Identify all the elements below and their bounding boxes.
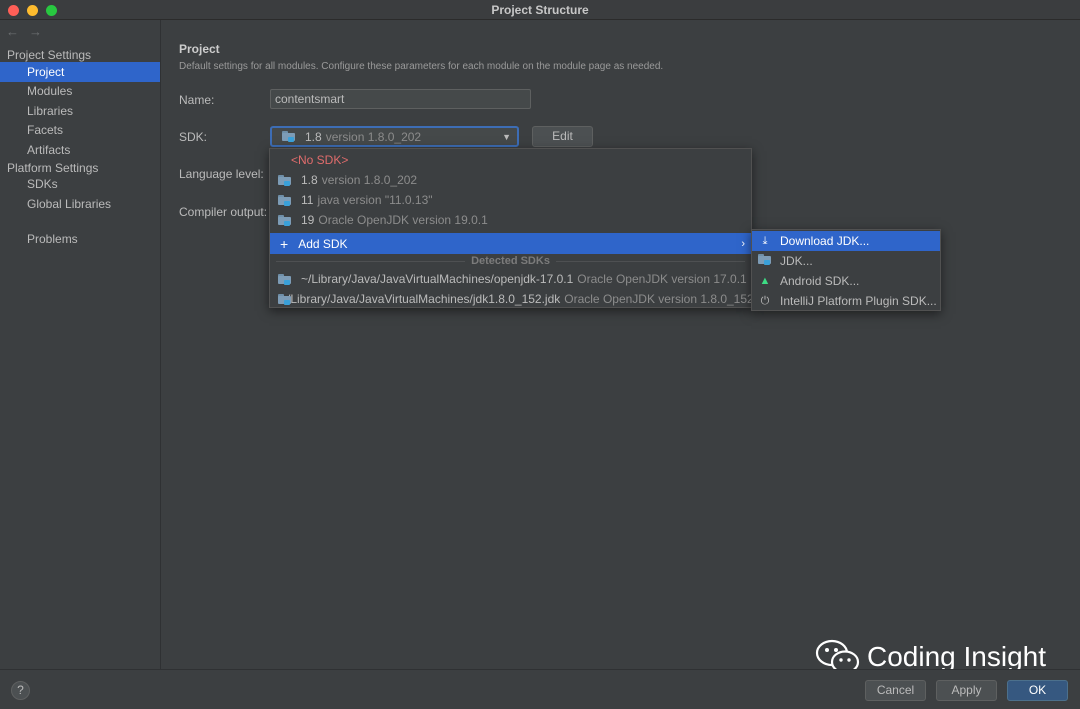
chevron-right-icon: ›	[741, 237, 745, 250]
project-settings-panel: Project Default settings for all modules…	[162, 20, 1080, 669]
maximize-window-button[interactable]	[46, 5, 57, 16]
language-level-label: Language level:	[179, 167, 264, 181]
back-arrow-icon[interactable]: ←	[6, 24, 19, 39]
detected-sdk-option[interactable]: ~/Library/Java/JavaVirtualMachines/openj…	[270, 269, 751, 289]
add-sdk-label: Add SDK	[298, 236, 348, 251]
sidebar-item-libraries[interactable]: Libraries	[0, 101, 160, 121]
sdk-dropdown[interactable]: 1.8 version 1.8.0_202 ▼	[270, 126, 519, 147]
detected-sdk-path: /Library/Java/JavaVirtualMachines/jdk1.8…	[287, 292, 561, 306]
detected-sdks-header: Detected SDKs	[270, 254, 751, 268]
compiler-output-label: Compiler output:	[179, 205, 268, 219]
plugin-sdk-menu-item[interactable]: ⏻ IntelliJ Platform Plugin SDK...	[752, 291, 940, 311]
plugin-sdk-label: IntelliJ Platform Plugin SDK...	[780, 294, 937, 308]
sdk-folder-icon	[278, 174, 292, 186]
chevron-down-icon: ▼	[502, 132, 511, 142]
sdk-folder-icon	[278, 214, 292, 226]
sdk-option-detail: version 1.8.0_202	[321, 173, 418, 187]
sdk-label: SDK:	[179, 130, 208, 144]
sidebar-item-artifacts[interactable]: Artifacts	[0, 140, 160, 160]
detected-sdk-option[interactable]: /Library/Java/JavaVirtualMachines/jdk1.8…	[270, 289, 754, 309]
no-sdk-label: <No SDK>	[291, 153, 349, 167]
detected-sdk-detail: Oracle OpenJDK version 17.0.1	[577, 272, 747, 286]
sidebar-item-global-libraries[interactable]: Global Libraries	[0, 194, 160, 214]
sdk-folder-icon	[278, 194, 292, 206]
sidebar-item-project[interactable]: Project	[0, 62, 160, 82]
project-name-input[interactable]: contentsmart	[270, 89, 531, 109]
sdk-dropdown-list: <No SDK> 1.8 version 1.8.0_202 11 java v…	[269, 148, 754, 309]
download-jdk-label: Download JDK...	[780, 234, 870, 248]
sdk-option-detail: Oracle OpenJDK version 19.0.1	[318, 213, 488, 227]
download-jdk-menu-item[interactable]: ⤓ Download JDK...	[752, 231, 940, 251]
page-description: Default settings for all modules. Config…	[179, 61, 664, 72]
sdk-option-detail: java version "11.0.13"	[317, 193, 433, 207]
jdk-label: JDK...	[780, 254, 813, 268]
sdk-option-no-sdk[interactable]: <No SDK>	[270, 150, 751, 170]
cancel-button[interactable]: Cancel	[865, 680, 926, 701]
sidebar-item-problems[interactable]: Problems	[0, 229, 160, 249]
window-controls	[8, 5, 57, 16]
sdk-folder-icon	[278, 273, 292, 285]
minimize-window-button[interactable]	[27, 5, 38, 16]
android-icon: ▲	[759, 275, 771, 287]
folder-icon	[758, 254, 772, 268]
sidebar-group-platform-settings: Platform Settings	[7, 161, 99, 175]
jdk-menu-item[interactable]: JDK...	[752, 251, 940, 271]
page-title: Project	[179, 42, 220, 56]
sdk-selected-name: 1.8	[305, 129, 322, 144]
ok-button[interactable]: OK	[1007, 680, 1068, 701]
download-icon: ⤓	[762, 234, 768, 247]
sidebar-item-modules[interactable]: Modules	[0, 81, 160, 101]
forward-arrow-icon[interactable]: →	[29, 24, 42, 39]
sdk-option-name: 11	[301, 193, 314, 207]
add-sdk-submenu: ⤓ Download JDK... JDK... ▲ Android SDK..…	[751, 229, 941, 311]
plugin-icon: ⏻	[760, 294, 770, 307]
edit-sdk-button[interactable]: Edit	[532, 126, 593, 147]
android-sdk-menu-item[interactable]: ▲ Android SDK...	[752, 271, 940, 291]
sidebar: ← → Project Settings Project Modules Lib…	[0, 20, 161, 669]
sidebar-group-project-settings: Project Settings	[7, 48, 92, 62]
sdk-option-19[interactable]: 19 Oracle OpenJDK version 19.0.1	[270, 210, 751, 230]
sdk-selected-version: version 1.8.0_202	[325, 129, 422, 144]
detected-sdk-detail: Oracle OpenJDK version 1.8.0_152	[564, 292, 754, 306]
sdk-option-1-8[interactable]: 1.8 version 1.8.0_202	[270, 170, 751, 190]
close-window-button[interactable]	[8, 5, 19, 16]
sdk-option-11[interactable]: 11 java version "11.0.13"	[270, 190, 751, 210]
sidebar-item-facets[interactable]: Facets	[0, 120, 160, 140]
name-label: Name:	[179, 93, 215, 107]
window-title: Project Structure	[491, 2, 589, 17]
plus-icon: +	[280, 235, 289, 252]
history-navigation: ← →	[6, 24, 42, 39]
dialog-footer: ? Cancel Apply OK	[0, 669, 1080, 709]
add-sdk-menu-item[interactable]: + Add SDK ›	[270, 233, 751, 254]
sdk-option-name: 19	[301, 213, 315, 227]
apply-button[interactable]: Apply	[936, 680, 997, 701]
help-button[interactable]: ?	[11, 681, 30, 700]
detected-sdk-path: ~/Library/Java/JavaVirtualMachines/openj…	[301, 272, 574, 286]
sdk-option-name: 1.8	[301, 173, 318, 187]
sdk-folder-icon	[282, 131, 296, 142]
title-bar: Project Structure	[0, 0, 1080, 20]
android-sdk-label: Android SDK...	[780, 274, 860, 288]
sidebar-item-sdks[interactable]: SDKs	[0, 174, 160, 194]
